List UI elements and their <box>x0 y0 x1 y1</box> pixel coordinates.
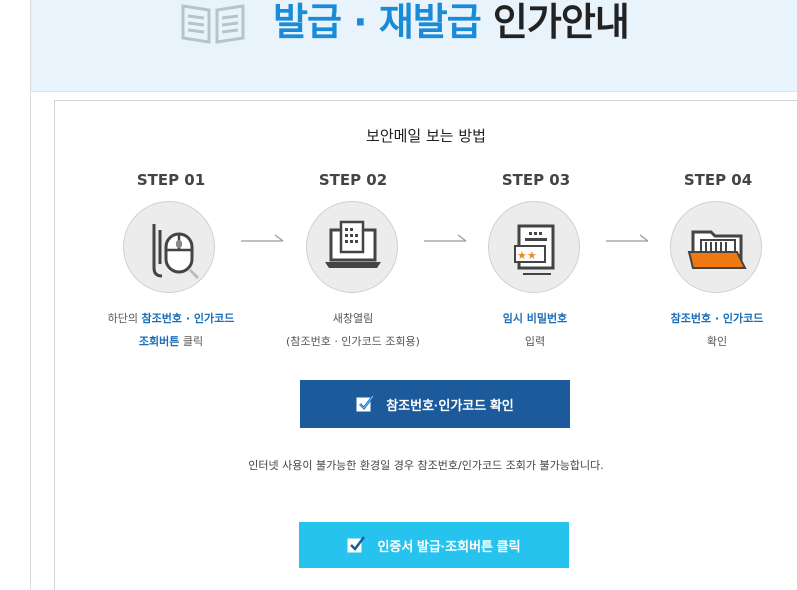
step-4-description: 참조번호 · 인가코드 확인 <box>627 307 797 353</box>
confirm-reference-code-button[interactable]: 참조번호·인가코드 확인 <box>300 380 570 428</box>
step-1-label: STEP 01 <box>136 171 206 189</box>
step-1-desc-prefix: 하단의 <box>107 312 142 325</box>
step-1-desc-highlight-2: 조회버튼 <box>138 335 180 348</box>
step-3-description: 임시 비밀번호 입력 <box>445 307 625 353</box>
checkbox-check-icon <box>356 395 375 412</box>
svg-text:★★: ★★ <box>517 249 537 262</box>
page-title-rest: 인가안내 <box>480 0 630 44</box>
step-1-desc-highlight: 참조번호 · 인가코드 <box>141 312 235 325</box>
step-3-label: STEP 03 <box>501 171 571 189</box>
certificate-button-label: 인증서 발급·조회버튼 클릭 <box>377 538 521 554</box>
password-document-icon: ★★ <box>514 224 555 275</box>
step-3-desc-highlight: 임시 비밀번호 <box>502 312 568 325</box>
open-book-icon <box>181 4 245 44</box>
page-title: 발급 · 재발급 인가안내 <box>273 0 630 48</box>
step-4-label: STEP 04 <box>683 171 753 189</box>
step-4-desc-line2: 확인 <box>706 335 728 348</box>
open-folder-icon <box>687 230 747 269</box>
guide-title: 보안메일 보는 방법 <box>366 127 486 145</box>
step-arrow-3 <box>606 234 649 242</box>
step-2-circle <box>306 201 398 293</box>
step-2-description: 새창열림 (참조번호 · 인가코드 조회용) <box>263 307 443 353</box>
step-4-circle <box>670 201 762 293</box>
header-banner: 발급 · 재발급 인가안내 <box>31 0 797 92</box>
step-1-circle <box>123 201 215 293</box>
step-1-description: 하단의 참조번호 · 인가코드 조회버튼 클릭 <box>81 307 261 353</box>
notice-text: 인터넷 사용이 불가능한 환경일 경우 참조번호/인가코드 조회가 불가능합니다… <box>248 459 604 472</box>
step-2-desc-line1: 새창열림 <box>332 312 374 325</box>
step-1-desc-suffix: 클릭 <box>179 335 204 348</box>
page-title-highlight: 발급 · 재발급 <box>273 0 482 44</box>
step-arrow-1 <box>241 234 284 242</box>
step-4-desc-highlight: 참조번호 · 인가코드 <box>670 312 764 325</box>
laptop-document-icon <box>325 220 381 268</box>
step-2-label: STEP 02 <box>318 171 388 189</box>
step-3-desc-line2: 입력 <box>524 335 546 348</box>
step-arrow-2 <box>424 234 467 242</box>
step-3-circle: ★★ <box>488 201 580 293</box>
certificate-issue-button[interactable]: 인증서 발급·조회버튼 클릭 <box>299 522 569 568</box>
step-2-desc-line2: (참조번호 · 인가코드 조회용) <box>286 335 420 348</box>
confirm-button-label: 참조번호·인가코드 확인 <box>386 397 514 413</box>
checkbox-check-icon <box>347 536 366 553</box>
mouse-click-icon <box>152 224 200 280</box>
guide-panel: 보안메일 보는 방법 STEP 01 STEP 02 STEP 03 STEP … <box>54 100 797 590</box>
